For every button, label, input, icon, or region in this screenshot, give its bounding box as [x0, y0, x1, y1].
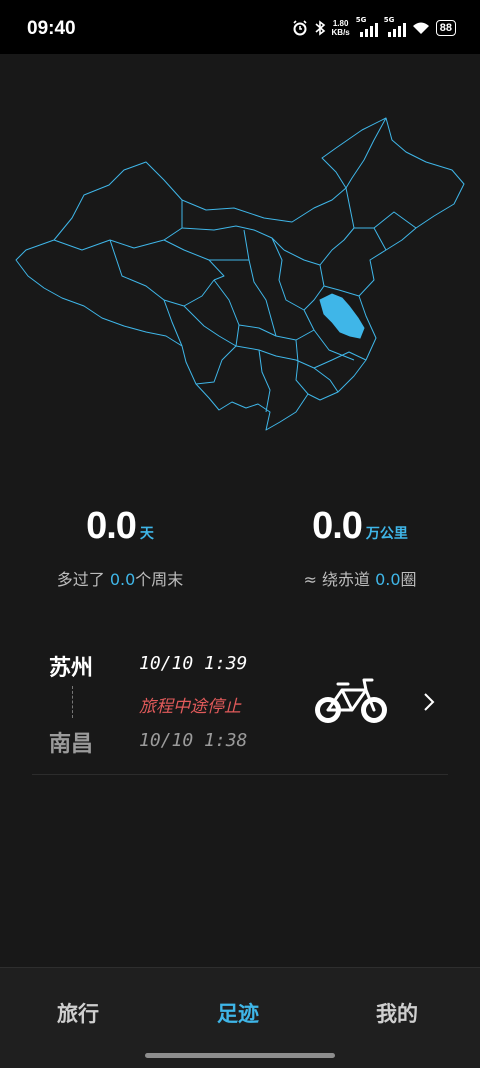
stat-distance: 0.0 万公里 ≈ 绕赤道 0.0圈: [240, 505, 480, 590]
tab-travel[interactable]: 旅行: [57, 998, 99, 1028]
days-subtext: 多过了 0.0个周末: [56, 570, 184, 589]
trip-end-time: 10/10 1:39: [139, 653, 248, 674]
status-bar: 09:40 1.80 KB/s 5G 5G 88: [0, 0, 480, 54]
signal-icon: 5G: [356, 16, 378, 37]
map-province-highlight: [319, 293, 365, 339]
wifi-icon: [412, 22, 429, 34]
alarm-icon: [292, 20, 307, 36]
trip-card[interactable]: 苏州 南昌 10/10 1:39 旅程中途停止 10/10 1:38: [32, 640, 448, 775]
days-value: 0.0: [86, 505, 137, 547]
china-map: [15, 117, 465, 431]
network-speed: 1.80 KB/s: [331, 19, 350, 37]
status-time: 09:40: [27, 18, 76, 39]
distance-unit: 万公里: [365, 526, 408, 542]
status-icons: 1.80 KB/s 5G 5G 88: [292, 16, 456, 40]
battery-indicator: 88: [435, 20, 456, 36]
map-outline: [15, 117, 465, 431]
days-unit: 天: [139, 526, 154, 542]
home-indicator[interactable]: [145, 1053, 335, 1058]
trip-from-city: 苏州: [49, 656, 94, 681]
route-connector: [72, 686, 73, 718]
trip-status: 旅程中途停止: [139, 697, 241, 717]
chevron-right-icon[interactable]: [422, 690, 436, 714]
trip-to-city: 南昌: [49, 732, 94, 757]
tab-footprint[interactable]: 足迹: [217, 998, 259, 1028]
stat-days: 0.0 天 多过了 0.0个周末: [0, 505, 240, 590]
signal-icon-2: 5G: [384, 16, 406, 37]
bicycle-icon: [315, 678, 387, 723]
distance-subtext: ≈ 绕赤道 0.0圈: [303, 570, 417, 589]
bluetooth-icon: [314, 20, 325, 36]
trip-start-time: 10/10 1:38: [139, 730, 248, 751]
distance-value: 0.0: [312, 505, 363, 547]
tab-mine[interactable]: 我的: [376, 998, 418, 1028]
